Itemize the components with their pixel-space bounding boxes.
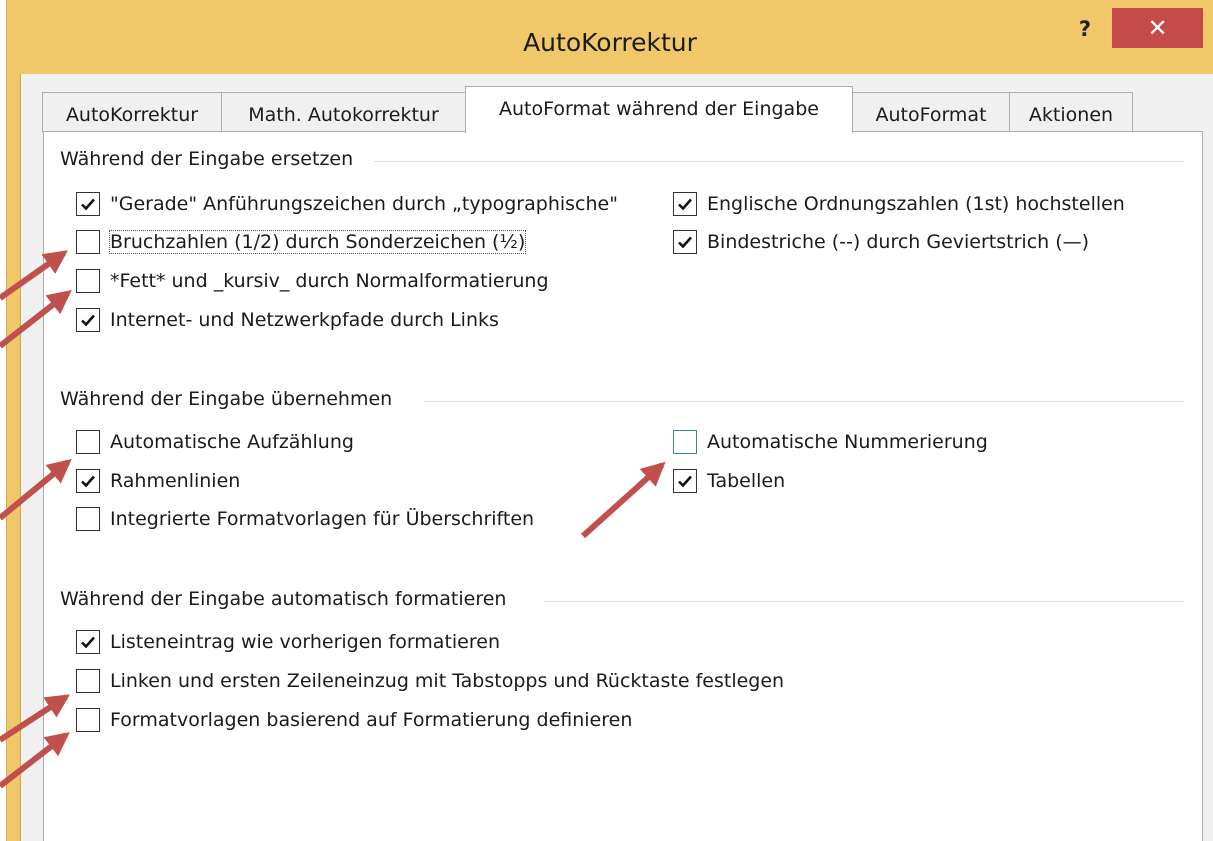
checkbox-tabellen[interactable]: Tabellen [673, 466, 785, 496]
checkbox-label: Automatische Aufzählung [110, 431, 354, 453]
checkbox-bindestriche[interactable]: Bindestriche (--) durch Geviertstrich (—… [673, 227, 1089, 257]
tab-label: Aktionen [1028, 104, 1114, 126]
group-separator [544, 601, 1184, 602]
checkmark-icon [81, 636, 95, 649]
group-separator [374, 161, 1184, 162]
checkbox-label: Integrierte Formatvorlagen für Überschri… [110, 508, 535, 530]
tab-autoformat-waehrend-eingabe[interactable]: AutoFormat während der Eingabe [465, 86, 853, 133]
checkbox-label: "Gerade" Anführungszeichen durch „typogr… [110, 193, 618, 215]
tab-label: AutoFormat [875, 104, 987, 126]
tab-page: Während der Eingabe ersetzen "Gerade" An… [43, 131, 1203, 841]
checkbox-label: Tabellen [707, 470, 786, 492]
close-icon: ✕ [1147, 14, 1168, 42]
checkbox[interactable] [76, 630, 100, 654]
tab-aktionen[interactable]: Aktionen [1009, 92, 1133, 132]
checkbox-label: Formatvorlagen basierend auf Formatierun… [110, 709, 633, 731]
checkbox-label: Automatische Nummerierung [707, 431, 988, 453]
checkmark-icon [678, 236, 692, 249]
checkbox[interactable] [673, 469, 697, 493]
tab-math-autokorrektur[interactable]: Math. Autokorrektur [221, 92, 466, 132]
tab-label: Math. Autokorrektur [248, 104, 439, 126]
tab-label: AutoKorrektur [65, 104, 199, 126]
help-button[interactable]: ? [1060, 14, 1110, 44]
tab-autokorrektur[interactable]: AutoKorrektur [42, 92, 222, 132]
tab-label: AutoFormat während der Eingabe [499, 98, 819, 120]
checkbox[interactable] [76, 308, 100, 332]
checkbox[interactable] [673, 430, 697, 454]
checkbox-label: Rahmenlinien [110, 470, 241, 492]
checkbox-label: Listeneintrag wie vorherigen formatieren [110, 631, 500, 653]
checkbox-label: Linken und ersten Zeileneinzug mit Tabst… [110, 670, 785, 692]
dialog-window: AutoKorrektur ? ✕ AutoKorrektur Math. Au… [6, 0, 1213, 841]
checkmark-icon [81, 198, 95, 211]
checkbox-fett-kursiv[interactable]: *Fett* und _kursiv_ durch Normalformatie… [76, 266, 549, 296]
checkbox-listeneintrag[interactable]: Listeneintrag wie vorherigen formatieren [76, 627, 500, 657]
checkmark-icon [678, 198, 692, 211]
title-bar[interactable]: AutoKorrektur ? ✕ [7, 0, 1213, 74]
checkbox-internet-pfade[interactable]: Internet- und Netzwerkpfade durch Links [76, 305, 499, 335]
group-title-formatieren: Während der Eingabe automatisch formatie… [60, 588, 519, 610]
checkbox[interactable] [76, 708, 100, 732]
checkbox[interactable] [673, 192, 697, 216]
checkbox[interactable] [76, 507, 100, 531]
checkbox-rahmenlinien[interactable]: Rahmenlinien [76, 466, 240, 496]
dialog-title: AutoKorrektur [523, 28, 697, 57]
checkbox[interactable] [76, 192, 100, 216]
group-separator [424, 401, 1184, 402]
group-title-ersetzen: Während der Eingabe ersetzen [60, 148, 366, 170]
checkmark-icon [81, 475, 95, 488]
checkbox-zeileneinzug[interactable]: Linken und ersten Zeileneinzug mit Tabst… [76, 666, 784, 696]
close-button[interactable]: ✕ [1112, 8, 1203, 48]
checkbox-label: Englische Ordnungszahlen (1st) hochstell… [707, 193, 1125, 215]
checkbox[interactable] [76, 269, 100, 293]
checkbox-label: Bindestriche (--) durch Geviertstrich (—… [707, 231, 1090, 253]
checkbox-bruchzahlen[interactable]: Bruchzahlen (1/2) durch Sonderzeichen (½… [76, 227, 527, 257]
checkbox-aufzaehlung[interactable]: Automatische Aufzählung [76, 427, 354, 457]
checkbox[interactable] [673, 230, 697, 254]
checkbox-nummerierung[interactable]: Automatische Nummerierung [673, 427, 988, 457]
checkbox-ordnungszahlen[interactable]: Englische Ordnungszahlen (1st) hochstell… [673, 189, 1125, 219]
checkbox[interactable] [76, 430, 100, 454]
checkmark-icon [678, 475, 692, 488]
checkbox[interactable] [76, 669, 100, 693]
checkbox[interactable] [76, 469, 100, 493]
checkbox[interactable] [76, 230, 100, 254]
checkmark-icon [81, 314, 95, 327]
checkbox-label: *Fett* und _kursiv_ durch Normalformatie… [110, 270, 549, 292]
checkbox-label: Internet- und Netzwerkpfade durch Links [110, 309, 499, 331]
checkbox-formatvorlagen-ueberschriften[interactable]: Integrierte Formatvorlagen für Überschri… [76, 504, 534, 534]
checkbox-anfuehrungszeichen[interactable]: "Gerade" Anführungszeichen durch „typogr… [76, 189, 618, 219]
tab-autoformat[interactable]: AutoFormat [852, 92, 1010, 132]
checkbox-formatvorlagen-definieren[interactable]: Formatvorlagen basierend auf Formatierun… [76, 705, 632, 735]
dialog-client-area: AutoKorrektur Math. Autokorrektur AutoFo… [20, 74, 1213, 841]
checkbox-label: Bruchzahlen (1/2) durch Sonderzeichen (½… [108, 230, 527, 254]
group-title-uebernehmen: Während der Eingabe übernehmen [60, 388, 405, 410]
